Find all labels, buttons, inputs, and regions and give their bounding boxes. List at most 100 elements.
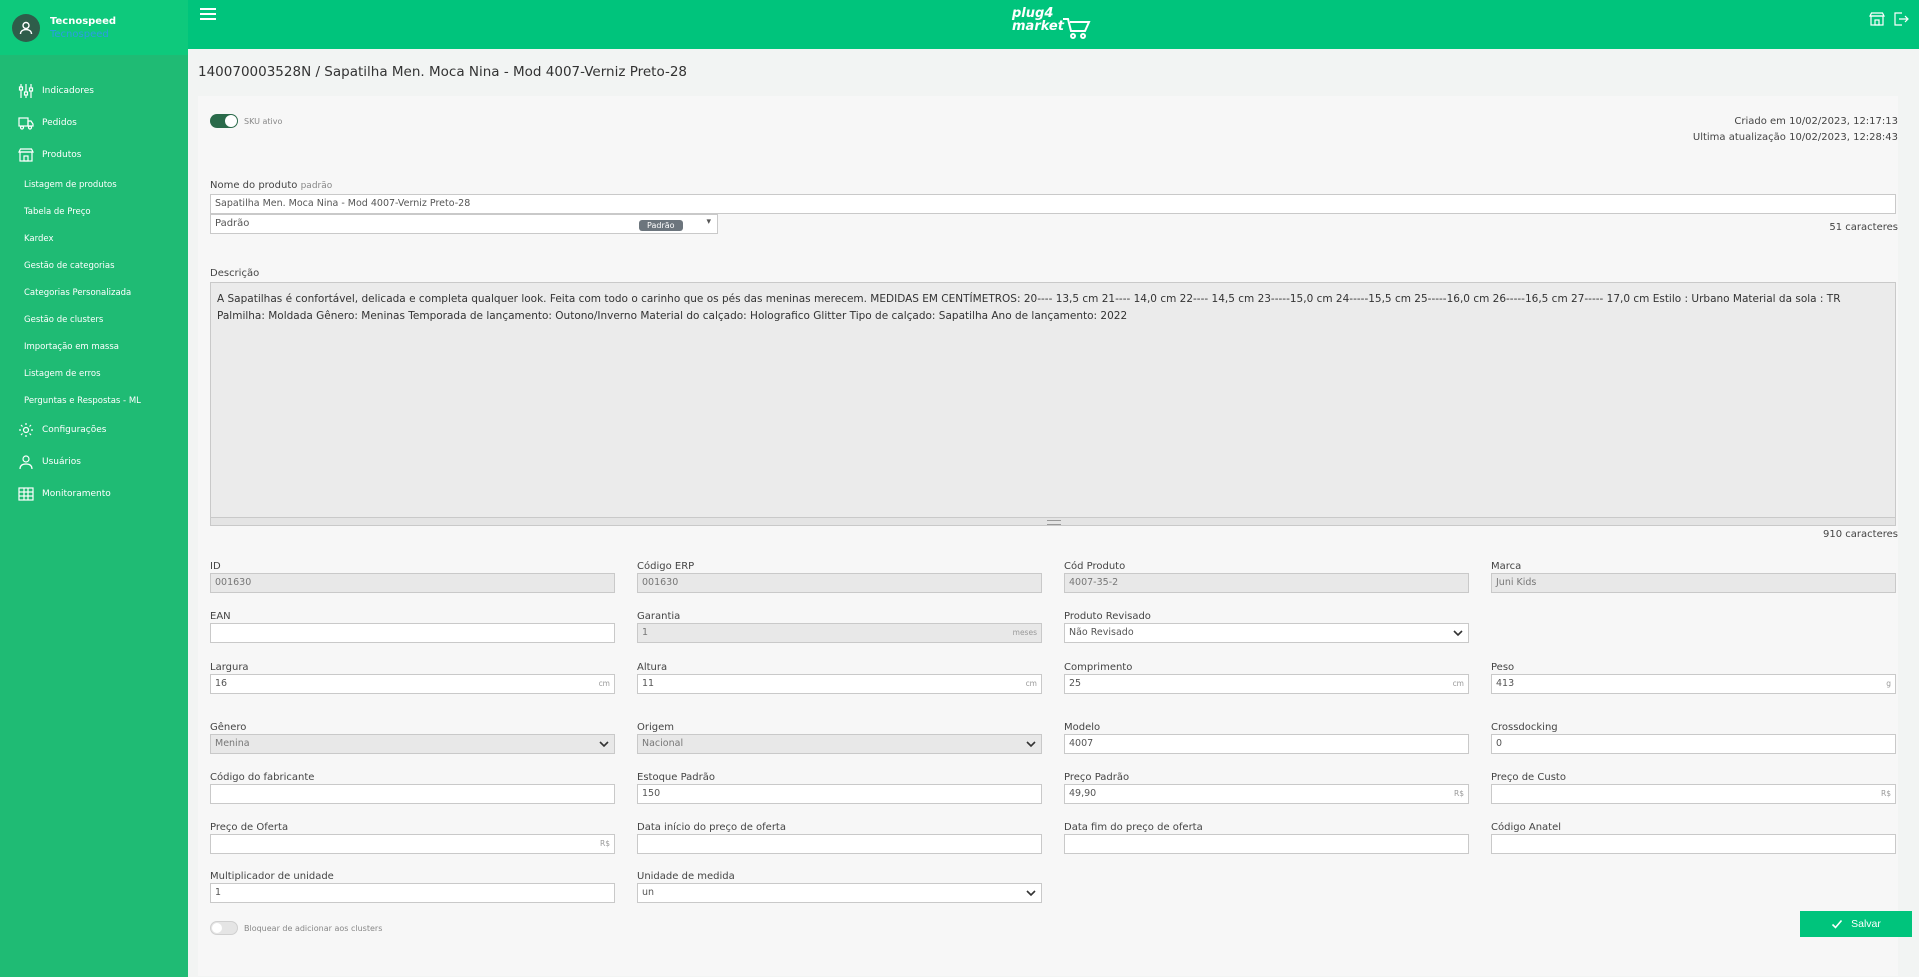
sidebar-subitem-tabela-preco[interactable]: Tabela de Preço — [0, 198, 188, 225]
name-language-select[interactable]: Padrão Padrão ▾ — [210, 214, 718, 234]
preco-oferta-input[interactable]: R$ — [210, 834, 615, 854]
genero-select[interactable]: Menina — [210, 734, 615, 754]
altura-input[interactable]: 11 cm — [637, 674, 1042, 694]
comprimento-label: Comprimento — [1064, 662, 1133, 673]
cod-produto-label: Cód Produto — [1064, 561, 1126, 572]
id-label: ID — [210, 561, 221, 572]
estoque-label: Estoque Padrão — [637, 772, 715, 783]
topbar: plug4 market — [188, 0, 1919, 49]
user-name: Tecnospeed — [50, 15, 117, 27]
preco-padrao-label: Preço Padrão — [1064, 772, 1130, 783]
preco-custo-label: Preço de Custo — [1491, 772, 1566, 783]
multiplicador-input[interactable]: 1 — [210, 883, 615, 903]
sidebar-item-label: Indicadores — [42, 86, 94, 96]
description-label: Descrição — [210, 268, 260, 279]
revisado-label: Produto Revisado — [1064, 611, 1151, 622]
name-label: Nome do produto padrão — [210, 180, 333, 191]
garantia-input[interactable]: 1 meses — [637, 623, 1042, 643]
avatar — [12, 13, 40, 42]
largura-unit: cm — [598, 679, 610, 688]
description-textarea[interactable]: A Sapatilhas é confortável, delicada e c… — [210, 282, 1896, 518]
sidebar-subitem-gestao-clusters[interactable]: Gestão de clusters — [0, 306, 188, 333]
sidebar-item-label: Configurações — [42, 425, 107, 435]
user-company: Tecnospeed — [50, 28, 109, 40]
sku-active-toggle[interactable] — [210, 114, 238, 128]
product-form: SKU ativo Criado em 10/02/2023, 12:17:13… — [198, 96, 1912, 976]
data-fim-input[interactable] — [1064, 834, 1469, 854]
save-button-label: Salvar — [1851, 918, 1881, 930]
description-char-count: 910 caracteres — [1823, 529, 1898, 540]
sidebar-subitem-kardex[interactable]: Kardex — [0, 225, 188, 252]
sidebar-item-configuracoes[interactable]: Configurações — [0, 414, 188, 446]
erp-label: Código ERP — [637, 561, 695, 572]
cart-icon — [1063, 18, 1091, 39]
gear-icon — [19, 423, 33, 437]
sidebar-subitem-listagem-erros[interactable]: Listagem de erros — [0, 360, 188, 387]
main-content: 140070003528N / Sapatilha Men. Moca Nina… — [188, 49, 1919, 977]
peso-label: Peso — [1491, 662, 1515, 673]
store-icon — [18, 148, 34, 162]
sliders-icon — [18, 84, 34, 98]
data-inicio-input[interactable] — [637, 834, 1042, 854]
erp-input[interactable]: 001630 — [637, 573, 1042, 593]
cod-produto-input[interactable]: 4007-35-2 — [1064, 573, 1469, 593]
monitor-icon — [18, 487, 34, 501]
sidebar-item-monitoramento[interactable]: Monitoramento — [0, 478, 188, 510]
comprimento-input[interactable]: 25 cm — [1064, 674, 1469, 694]
unidade-select[interactable]: un — [637, 883, 1042, 903]
sidebar-item-usuarios[interactable]: Usuários — [0, 446, 188, 478]
chevron-down-icon — [1026, 890, 1036, 897]
caret-down-icon: ▾ — [706, 217, 711, 227]
sku-active-label: SKU ativo — [244, 116, 283, 126]
ean-input[interactable] — [210, 623, 615, 643]
estoque-input[interactable]: 150 — [637, 784, 1042, 804]
store-icon[interactable] — [1869, 11, 1885, 27]
resize-handle[interactable] — [210, 518, 1896, 526]
largura-input[interactable]: 16 cm — [210, 674, 615, 694]
sidebar-subitem-importacao-massa[interactable]: Importação em massa — [0, 333, 188, 360]
save-button[interactable]: Salvar — [1800, 911, 1912, 937]
logout-icon[interactable] — [1893, 11, 1909, 27]
sidebar-item-indicadores[interactable]: Indicadores — [0, 75, 188, 107]
sidebar-subitem-listagem-produtos[interactable]: Listagem de produtos — [0, 171, 188, 198]
page-title: 140070003528N / Sapatilha Men. Moca Nina… — [198, 64, 688, 80]
preco-oferta-label: Preço de Oferta — [210, 822, 289, 833]
crossdocking-input[interactable]: 0 — [1491, 734, 1896, 754]
revisado-select[interactable]: Não Revisado — [1064, 623, 1469, 643]
preco-oferta-unit: R$ — [600, 839, 610, 848]
sidebar-item-label: Usuários — [42, 457, 81, 467]
data-fim-label: Data fim do preço de oferta — [1064, 822, 1203, 833]
altura-unit: cm — [1025, 679, 1037, 688]
user-icon — [19, 455, 33, 470]
unidade-label: Unidade de medida — [637, 871, 735, 882]
product-name-input[interactable]: Sapatilha Men. Moca Nina - Mod 4007-Vern… — [210, 194, 1896, 214]
marca-input[interactable]: Juni Kids — [1491, 573, 1896, 593]
cod-fabricante-input[interactable] — [210, 784, 615, 804]
id-input[interactable]: 001630 — [210, 573, 615, 593]
sidebar-subitem-gestao-categorias[interactable]: Gestão de categorias — [0, 252, 188, 279]
comprimento-unit: cm — [1452, 679, 1464, 688]
modelo-input[interactable]: 4007 — [1064, 734, 1469, 754]
peso-unit: g — [1886, 679, 1891, 688]
sidebar-item-pedidos[interactable]: Pedidos — [0, 107, 188, 139]
sidebar-subitem-perguntas-respostas[interactable]: Perguntas e Respostas - ML — [0, 387, 188, 414]
preco-padrao-input[interactable]: 49,90 R$ — [1064, 784, 1469, 804]
anatel-label: Código Anatel — [1491, 822, 1562, 833]
sidebar-item-label: Monitoramento — [42, 489, 111, 499]
sidebar-item-produtos[interactable]: Produtos — [0, 139, 188, 171]
hamburger-menu-icon[interactable] — [200, 8, 216, 22]
block-clusters-toggle[interactable] — [210, 921, 238, 935]
anatel-input[interactable] — [1491, 834, 1896, 854]
crossdocking-label: Crossdocking — [1491, 722, 1558, 733]
sidebar-item-label: Produtos — [42, 150, 82, 160]
preco-padrao-unit: R$ — [1454, 789, 1464, 798]
origem-select[interactable]: Nacional — [637, 734, 1042, 754]
peso-input[interactable]: 413 g — [1491, 674, 1896, 694]
sidebar-subitem-categorias-personalizada[interactable]: Categorias Personalizada — [0, 279, 188, 306]
ean-label: EAN — [210, 611, 231, 622]
garantia-label: Garantia — [637, 611, 681, 622]
preco-custo-input[interactable]: R$ — [1491, 784, 1896, 804]
language-value: Padrão — [215, 218, 250, 229]
user-panel: Tecnospeed Tecnospeed — [0, 0, 188, 55]
origem-label: Origem — [637, 722, 675, 733]
